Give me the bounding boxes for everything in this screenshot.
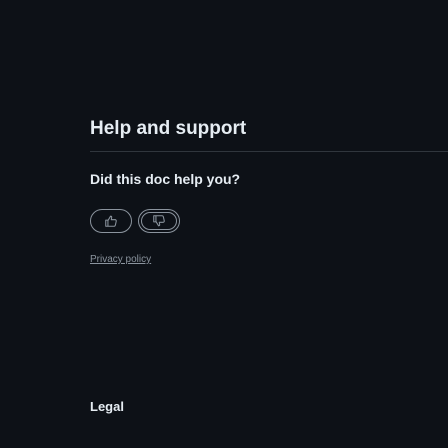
section-title: Help and support (90, 118, 247, 139)
thumbs-up-icon (105, 215, 117, 227)
feedback-vote-group (90, 209, 180, 233)
privacy-policy-link[interactable]: Privacy policy (90, 254, 151, 266)
help-support-panel: Help and support Did this doc help you? … (0, 0, 448, 448)
divider (90, 151, 448, 152)
thumbs-down-button[interactable] (138, 209, 180, 233)
legal-heading: Legal (90, 399, 124, 414)
thumbs-down-icon (153, 215, 165, 227)
feedback-question: Did this doc help you? (90, 171, 241, 187)
thumbs-up-button[interactable] (90, 209, 132, 233)
